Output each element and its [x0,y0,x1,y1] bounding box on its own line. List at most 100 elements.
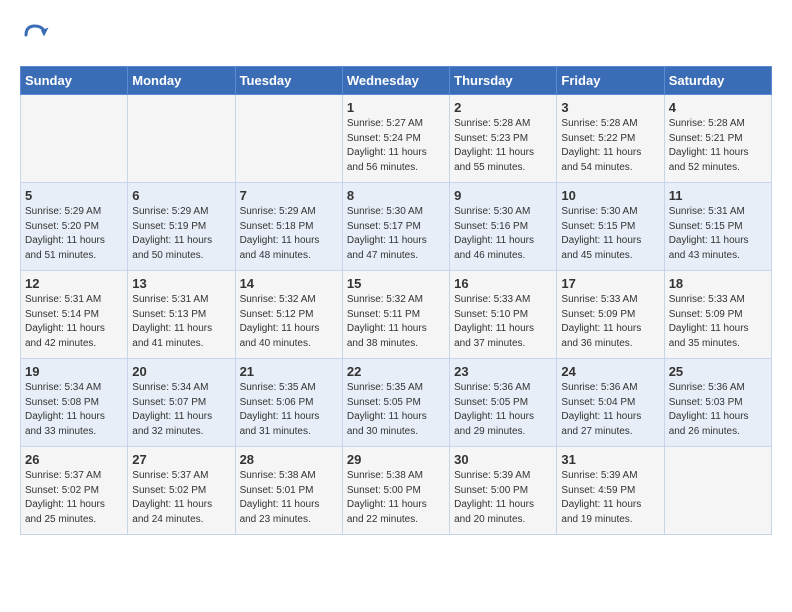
day-info: Sunrise: 5:29 AM Sunset: 5:18 PM Dayligh… [240,205,338,263]
day-number: 11 [669,188,767,203]
day-header-friday: Friday [557,67,664,95]
day-info: Sunrise: 5:34 AM Sunset: 5:07 PM Dayligh… [132,381,230,439]
day-info: Sunrise: 5:29 AM Sunset: 5:19 PM Dayligh… [132,205,230,263]
calendar-cell: 30 Sunrise: 5:39 AM Sunset: 5:00 PM Dayli… [450,447,557,535]
day-info: Sunrise: 5:31 AM Sunset: 5:14 PM Dayligh… [25,293,123,351]
calendar-week-row: 26 Sunrise: 5:37 AM Sunset: 5:02 PM Dayli… [21,447,772,535]
day-number: 25 [669,364,767,379]
calendar-header: SundayMondayTuesdayWednesdayThursdayFrid… [21,67,772,95]
calendar-cell: 3 Sunrise: 5:28 AM Sunset: 5:22 PM Daylig… [557,95,664,183]
calendar-cell: 27 Sunrise: 5:37 AM Sunset: 5:02 PM Dayli… [128,447,235,535]
day-info: Sunrise: 5:37 AM Sunset: 5:02 PM Dayligh… [25,469,123,527]
day-number: 9 [454,188,552,203]
day-info: Sunrise: 5:28 AM Sunset: 5:23 PM Dayligh… [454,117,552,175]
day-info: Sunrise: 5:38 AM Sunset: 5:01 PM Dayligh… [240,469,338,527]
calendar-cell: 21 Sunrise: 5:35 AM Sunset: 5:06 PM Dayli… [235,359,342,447]
day-info: Sunrise: 5:36 AM Sunset: 5:03 PM Dayligh… [669,381,767,439]
calendar-cell: 13 Sunrise: 5:31 AM Sunset: 5:13 PM Dayli… [128,271,235,359]
day-info: Sunrise: 5:31 AM Sunset: 5:13 PM Dayligh… [132,293,230,351]
day-number: 29 [347,452,445,467]
calendar-cell: 6 Sunrise: 5:29 AM Sunset: 5:19 PM Daylig… [128,183,235,271]
day-number: 2 [454,100,552,115]
calendar-cell: 14 Sunrise: 5:32 AM Sunset: 5:12 PM Dayli… [235,271,342,359]
day-header-monday: Monday [128,67,235,95]
day-info: Sunrise: 5:30 AM Sunset: 5:15 PM Dayligh… [561,205,659,263]
day-number: 7 [240,188,338,203]
calendar-cell [664,447,771,535]
day-info: Sunrise: 5:28 AM Sunset: 5:21 PM Dayligh… [669,117,767,175]
calendar-cell: 19 Sunrise: 5:34 AM Sunset: 5:08 PM Dayli… [21,359,128,447]
day-info: Sunrise: 5:35 AM Sunset: 5:05 PM Dayligh… [347,381,445,439]
calendar-cell: 31 Sunrise: 5:39 AM Sunset: 4:59 PM Dayli… [557,447,664,535]
calendar-table: SundayMondayTuesdayWednesdayThursdayFrid… [20,66,772,535]
calendar-week-row: 19 Sunrise: 5:34 AM Sunset: 5:08 PM Dayli… [21,359,772,447]
day-info: Sunrise: 5:35 AM Sunset: 5:06 PM Dayligh… [240,381,338,439]
day-number: 20 [132,364,230,379]
day-number: 5 [25,188,123,203]
calendar-cell: 23 Sunrise: 5:36 AM Sunset: 5:05 PM Dayli… [450,359,557,447]
day-info: Sunrise: 5:34 AM Sunset: 5:08 PM Dayligh… [25,381,123,439]
day-info: Sunrise: 5:39 AM Sunset: 4:59 PM Dayligh… [561,469,659,527]
day-number: 8 [347,188,445,203]
day-number: 23 [454,364,552,379]
calendar-cell: 18Sunrise: 5:33 AM Sunset: 5:09 PM Dayli… [664,271,771,359]
day-number: 12 [25,276,123,291]
calendar-cell: 16Sunrise: 5:33 AM Sunset: 5:10 PM Dayli… [450,271,557,359]
day-info: Sunrise: 5:27 AM Sunset: 5:24 PM Dayligh… [347,117,445,175]
calendar-cell [128,95,235,183]
day-number: 13 [132,276,230,291]
day-number: 30 [454,452,552,467]
calendar-week-row: 12 Sunrise: 5:31 AM Sunset: 5:14 PM Dayli… [21,271,772,359]
calendar-cell: 11 Sunrise: 5:31 AM Sunset: 5:15 PM Dayli… [664,183,771,271]
day-info: Sunrise: 5:39 AM Sunset: 5:00 PM Dayligh… [454,469,552,527]
calendar-week-row: 1Sunrise: 5:27 AM Sunset: 5:24 PM Daylig… [21,95,772,183]
calendar-cell: 22 Sunrise: 5:35 AM Sunset: 5:05 PM Dayli… [342,359,449,447]
days-header-row: SundayMondayTuesdayWednesdayThursdayFrid… [21,67,772,95]
calendar-cell: 17Sunrise: 5:33 AM Sunset: 5:09 PM Dayli… [557,271,664,359]
day-number: 24 [561,364,659,379]
day-number: 31 [561,452,659,467]
calendar-body: 1Sunrise: 5:27 AM Sunset: 5:24 PM Daylig… [21,95,772,535]
day-number: 27 [132,452,230,467]
calendar-cell: 1Sunrise: 5:27 AM Sunset: 5:24 PM Daylig… [342,95,449,183]
day-number: 18 [669,276,767,291]
day-number: 6 [132,188,230,203]
calendar-cell: 10 Sunrise: 5:30 AM Sunset: 5:15 PM Dayli… [557,183,664,271]
day-info: Sunrise: 5:29 AM Sunset: 5:20 PM Dayligh… [25,205,123,263]
page-header [20,20,772,50]
calendar-cell: 24Sunrise: 5:36 AM Sunset: 5:04 PM Dayli… [557,359,664,447]
day-info: Sunrise: 5:36 AM Sunset: 5:05 PM Dayligh… [454,381,552,439]
day-header-wednesday: Wednesday [342,67,449,95]
calendar-cell: 5 Sunrise: 5:29 AM Sunset: 5:20 PM Daylig… [21,183,128,271]
day-number: 14 [240,276,338,291]
day-header-tuesday: Tuesday [235,67,342,95]
day-number: 15 [347,276,445,291]
day-number: 4 [669,100,767,115]
day-info: Sunrise: 5:31 AM Sunset: 5:15 PM Dayligh… [669,205,767,263]
logo-icon [20,20,50,50]
calendar-cell: 12 Sunrise: 5:31 AM Sunset: 5:14 PM Dayli… [21,271,128,359]
day-number: 10 [561,188,659,203]
day-number: 22 [347,364,445,379]
calendar-cell: 20 Sunrise: 5:34 AM Sunset: 5:07 PM Dayli… [128,359,235,447]
day-number: 19 [25,364,123,379]
day-number: 21 [240,364,338,379]
day-number: 26 [25,452,123,467]
day-number: 3 [561,100,659,115]
day-number: 28 [240,452,338,467]
day-header-sunday: Sunday [21,67,128,95]
day-info: Sunrise: 5:33 AM Sunset: 5:10 PM Dayligh… [454,293,552,351]
day-info: Sunrise: 5:28 AM Sunset: 5:22 PM Dayligh… [561,117,659,175]
day-info: Sunrise: 5:37 AM Sunset: 5:02 PM Dayligh… [132,469,230,527]
calendar-cell: 28 Sunrise: 5:38 AM Sunset: 5:01 PM Dayli… [235,447,342,535]
day-number: 17 [561,276,659,291]
day-info: Sunrise: 5:38 AM Sunset: 5:00 PM Dayligh… [347,469,445,527]
day-info: Sunrise: 5:30 AM Sunset: 5:17 PM Dayligh… [347,205,445,263]
day-info: Sunrise: 5:30 AM Sunset: 5:16 PM Dayligh… [454,205,552,263]
day-header-thursday: Thursday [450,67,557,95]
day-info: Sunrise: 5:32 AM Sunset: 5:11 PM Dayligh… [347,293,445,351]
calendar-cell: 15 Sunrise: 5:32 AM Sunset: 5:11 PM Dayli… [342,271,449,359]
calendar-cell: 4 Sunrise: 5:28 AM Sunset: 5:21 PM Daylig… [664,95,771,183]
calendar-cell [21,95,128,183]
day-info: Sunrise: 5:32 AM Sunset: 5:12 PM Dayligh… [240,293,338,351]
